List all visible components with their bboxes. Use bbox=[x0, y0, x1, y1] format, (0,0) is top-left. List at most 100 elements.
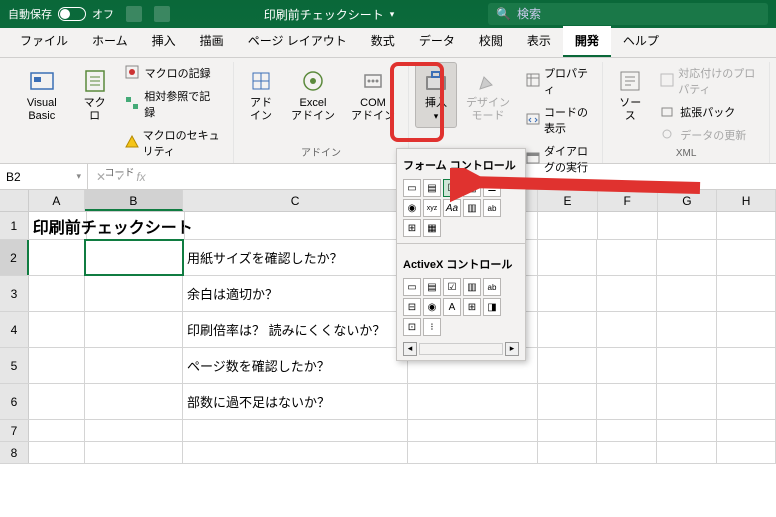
cell[interactable] bbox=[717, 442, 776, 463]
macro-security-button[interactable]: マクロのセキュリティ bbox=[118, 124, 227, 162]
row-header-6[interactable]: 6 bbox=[0, 384, 29, 419]
cell[interactable] bbox=[29, 384, 85, 419]
fx-icon[interactable]: fx bbox=[132, 170, 150, 184]
form-spin-icon[interactable]: ◧ bbox=[463, 179, 481, 197]
cell[interactable] bbox=[717, 312, 776, 347]
col-header-g[interactable]: G bbox=[658, 190, 718, 211]
cell-c3[interactable]: 余白は適切か？ bbox=[183, 276, 408, 311]
cell[interactable] bbox=[657, 312, 717, 347]
cell[interactable] bbox=[29, 240, 85, 275]
scroll-track[interactable] bbox=[419, 343, 503, 355]
form-scroll-icon[interactable]: ▥ bbox=[463, 199, 481, 217]
row-header-2[interactable]: 2 bbox=[0, 240, 29, 275]
ax-label-icon[interactable]: A bbox=[443, 298, 461, 316]
name-box-dropdown-icon[interactable]: ▾ bbox=[76, 171, 81, 182]
cell[interactable] bbox=[598, 212, 658, 239]
cancel-formula-icon[interactable]: ✕ bbox=[92, 170, 110, 184]
cell[interactable] bbox=[29, 348, 85, 383]
row-header-7[interactable]: 7 bbox=[0, 420, 29, 441]
ax-button-icon[interactable]: ▭ bbox=[403, 278, 421, 296]
cell[interactable] bbox=[29, 442, 85, 463]
row-header-1[interactable]: 1 bbox=[0, 212, 29, 239]
cell[interactable] bbox=[597, 420, 657, 441]
scroll-left-icon[interactable]: ◂ bbox=[403, 342, 417, 356]
cell[interactable] bbox=[183, 420, 408, 441]
cell[interactable] bbox=[717, 420, 776, 441]
cell[interactable] bbox=[408, 384, 538, 419]
tab-insert[interactable]: 挿入 bbox=[140, 26, 188, 57]
enter-formula-icon[interactable]: ✓ bbox=[112, 170, 130, 184]
col-header-h[interactable]: H bbox=[717, 190, 776, 211]
com-addins-button[interactable]: COM アドイン bbox=[344, 62, 402, 128]
autosave-toggle[interactable]: 自動保存 オフ bbox=[8, 6, 114, 22]
row-header-8[interactable]: 8 bbox=[0, 442, 29, 463]
cell[interactable] bbox=[538, 240, 598, 275]
cell[interactable] bbox=[657, 420, 717, 441]
properties-button[interactable]: プロパティ bbox=[519, 62, 596, 100]
ax-more-icon[interactable]: ⁝ bbox=[423, 318, 441, 336]
ax-option-icon[interactable]: ◉ bbox=[423, 298, 441, 316]
cell[interactable] bbox=[538, 442, 598, 463]
cell[interactable] bbox=[657, 384, 717, 419]
tab-draw[interactable]: 描画 bbox=[188, 26, 236, 57]
form-text-icon[interactable]: ab bbox=[483, 199, 501, 217]
view-code-button[interactable]: コードの表示 bbox=[519, 101, 596, 139]
cell[interactable] bbox=[538, 312, 598, 347]
cell-c6[interactable]: 部数に過不足はないか？ bbox=[183, 384, 408, 419]
cell[interactable] bbox=[597, 348, 657, 383]
refresh-data-button[interactable]: データの更新 bbox=[653, 124, 763, 146]
map-properties-button[interactable]: 対応付けのプロパティ bbox=[653, 62, 763, 100]
record-macro-button[interactable]: マクロの記録 bbox=[118, 62, 227, 84]
excel-addins-button[interactable]: Excel アドイン bbox=[284, 62, 342, 128]
cell-c4[interactable]: 印刷倍率は？ 読みにくくないか？ bbox=[183, 312, 408, 347]
cell[interactable] bbox=[538, 276, 598, 311]
cell[interactable] bbox=[29, 276, 85, 311]
row-header-4[interactable]: 4 bbox=[0, 312, 29, 347]
col-header-e[interactable]: E bbox=[538, 190, 598, 211]
source-button[interactable]: ソース bbox=[609, 62, 651, 128]
row-header-5[interactable]: 5 bbox=[0, 348, 29, 383]
undo-icon[interactable] bbox=[154, 6, 170, 22]
run-dialog-button[interactable]: ダイアログの実行 bbox=[519, 140, 596, 178]
cell-b6[interactable] bbox=[85, 384, 183, 419]
form-combo-icon[interactable]: ▤ bbox=[423, 179, 441, 197]
form-group-icon[interactable]: xyz bbox=[423, 199, 441, 217]
visual-basic-button[interactable]: Visual Basic bbox=[12, 62, 72, 128]
cell[interactable] bbox=[597, 240, 657, 275]
ax-combo-icon[interactable]: ▤ bbox=[423, 278, 441, 296]
col-header-c[interactable]: C bbox=[183, 190, 408, 211]
cell-b1[interactable] bbox=[87, 212, 185, 239]
select-all-corner[interactable] bbox=[0, 190, 29, 211]
form-checkbox-icon[interactable]: ☑ bbox=[443, 179, 461, 197]
cell-b4[interactable] bbox=[85, 312, 183, 347]
name-box[interactable]: B2 ▾ bbox=[0, 164, 88, 189]
col-header-b[interactable]: B bbox=[85, 190, 183, 211]
tab-review[interactable]: 校閲 bbox=[467, 26, 515, 57]
cell[interactable] bbox=[408, 442, 538, 463]
ax-scroll-icon[interactable]: ⊟ bbox=[403, 298, 421, 316]
cell[interactable] bbox=[717, 240, 776, 275]
cell[interactable] bbox=[183, 442, 408, 463]
form-image-icon[interactable]: ▦ bbox=[423, 219, 441, 237]
title-dropdown-icon[interactable]: ▾ bbox=[390, 9, 395, 20]
cell[interactable] bbox=[85, 442, 183, 463]
insert-controls-button[interactable]: 挿入▾ bbox=[415, 62, 457, 128]
expansion-pack-button[interactable]: 拡張パック bbox=[653, 101, 763, 123]
cell[interactable] bbox=[29, 312, 85, 347]
cell[interactable] bbox=[717, 276, 776, 311]
ax-list-icon[interactable]: ▥ bbox=[463, 278, 481, 296]
ax-checkbox-icon[interactable]: ☑ bbox=[443, 278, 461, 296]
cell-b2[interactable] bbox=[85, 240, 183, 275]
tab-view[interactable]: 表示 bbox=[515, 26, 563, 57]
cell[interactable] bbox=[717, 384, 776, 419]
search-box[interactable]: 🔍 bbox=[488, 3, 768, 25]
cell[interactable] bbox=[657, 276, 717, 311]
cell-c2[interactable]: 用紙サイズを確認したか？ bbox=[183, 240, 408, 275]
ax-spin-icon[interactable]: ◨ bbox=[483, 298, 501, 316]
form-combo2-icon[interactable]: ⊞ bbox=[403, 219, 421, 237]
cell-c5[interactable]: ページ数を確認したか？ bbox=[183, 348, 408, 383]
tab-developer[interactable]: 開発 bbox=[563, 26, 611, 57]
cell[interactable] bbox=[538, 384, 598, 419]
tab-page-layout[interactable]: ページ レイアウト bbox=[236, 26, 359, 57]
cell-c1[interactable] bbox=[185, 212, 409, 239]
